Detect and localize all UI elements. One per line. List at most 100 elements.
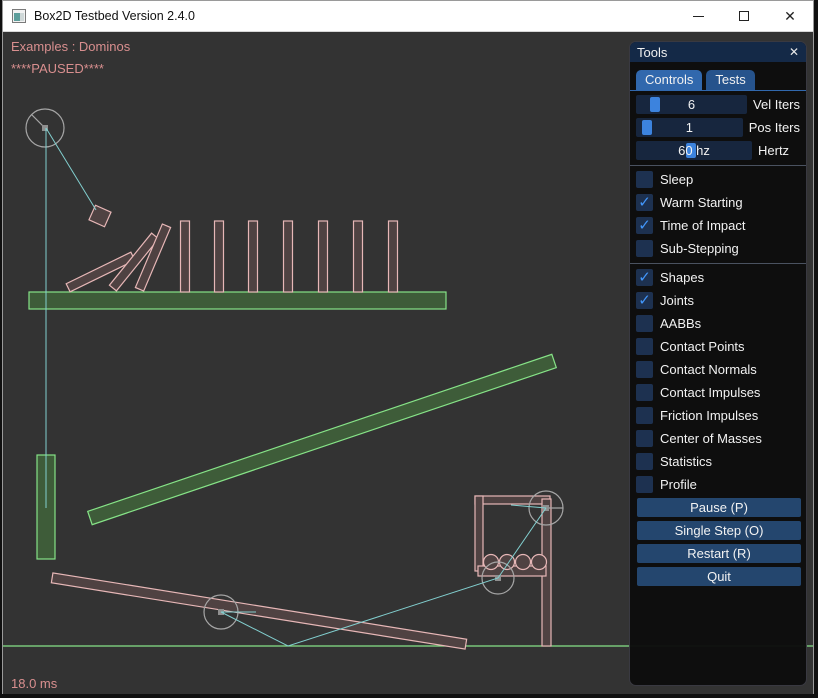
checkbox[interactable] bbox=[636, 338, 653, 355]
checkbox[interactable] bbox=[636, 315, 653, 332]
tools-panel-title: Tools bbox=[637, 45, 667, 60]
slider-grab[interactable] bbox=[642, 120, 652, 135]
slider-hertz[interactable]: 60 hz bbox=[636, 141, 752, 160]
slider-section: 6 Vel Iters 1 Pos Iters 60 hz Hertz bbox=[636, 95, 800, 160]
paused-label: ****PAUSED**** bbox=[11, 61, 104, 76]
tools-panel: Tools ✕ ControlsTests 6 Vel Iters 1 Pos Ite… bbox=[629, 41, 807, 686]
domino[interactable] bbox=[354, 221, 363, 292]
ball[interactable] bbox=[516, 555, 531, 570]
checkbox-row-profile[interactable]: Profile bbox=[636, 475, 800, 494]
minimize-button[interactable] bbox=[675, 1, 721, 31]
checkbox[interactable] bbox=[636, 361, 653, 378]
checkbox[interactable]: ✓ bbox=[636, 217, 653, 234]
maximize-button[interactable] bbox=[721, 1, 767, 31]
slider-row: 1 Pos Iters bbox=[636, 118, 800, 137]
checkbox[interactable]: ✓ bbox=[636, 292, 653, 309]
slider-value: 6 bbox=[688, 97, 695, 112]
tab-controls[interactable]: Controls bbox=[636, 70, 702, 90]
slider-value: 60 hz bbox=[678, 143, 710, 158]
slider-grab[interactable] bbox=[650, 97, 660, 112]
os-window: Box2D Testbed Version 2.4.0 ✕ bbox=[0, 0, 818, 698]
example-label: Examples : Dominos bbox=[11, 39, 130, 54]
checkbox-row-friction-impulses[interactable]: Friction Impulses bbox=[636, 406, 800, 425]
checkbox-label: Contact Points bbox=[660, 339, 745, 354]
domino-shelf bbox=[29, 292, 446, 309]
check-mark-icon: ✓ bbox=[638, 195, 651, 210]
checkbox-section: Sleep✓Warm Starting✓Time of ImpactSub-St… bbox=[636, 165, 800, 494]
slider-label: Pos Iters bbox=[749, 120, 800, 135]
checkbox-row-warm-starting[interactable]: ✓Warm Starting bbox=[636, 193, 800, 212]
check-mark-icon: ✓ bbox=[638, 270, 651, 285]
close-icon: ✕ bbox=[784, 9, 796, 23]
window-titlebar[interactable]: Box2D Testbed Version 2.4.0 ✕ bbox=[3, 1, 813, 32]
checkbox-row-aabbs[interactable]: AABBs bbox=[636, 314, 800, 333]
slider-label: Hertz bbox=[758, 143, 789, 158]
frame-time-label: 18.0 ms bbox=[11, 676, 57, 691]
domino[interactable] bbox=[215, 221, 224, 292]
slider-vel-iters[interactable]: 6 bbox=[636, 95, 747, 114]
window-title: Box2D Testbed Version 2.4.0 bbox=[34, 9, 195, 23]
close-button[interactable]: ✕ bbox=[767, 1, 813, 31]
check-mark-icon: ✓ bbox=[638, 218, 651, 233]
checkbox-label: Center of Masses bbox=[660, 431, 762, 446]
checkbox-label: Joints bbox=[660, 293, 694, 308]
domino[interactable] bbox=[249, 221, 258, 292]
checkbox[interactable] bbox=[636, 407, 653, 424]
domino[interactable] bbox=[284, 221, 293, 292]
frame-top-plank[interactable] bbox=[475, 496, 550, 504]
check-mark-icon: ✓ bbox=[638, 293, 651, 308]
client-area: Examples : Dominos ****PAUSED**** 18.0 m… bbox=[3, 33, 813, 694]
checkbox[interactable] bbox=[636, 476, 653, 493]
window-frame: Box2D Testbed Version 2.4.0 ✕ bbox=[2, 0, 814, 694]
slider-pos-iters[interactable]: 1 bbox=[636, 118, 743, 137]
hanging-box[interactable] bbox=[89, 205, 111, 227]
checkbox-label: Profile bbox=[660, 477, 697, 492]
checkbox[interactable]: ✓ bbox=[636, 194, 653, 211]
checkbox-label: Time of Impact bbox=[660, 218, 745, 233]
checkbox-row-sleep[interactable]: Sleep bbox=[636, 170, 800, 189]
tab-tests[interactable]: Tests bbox=[706, 70, 754, 90]
frame-left-plank[interactable] bbox=[475, 496, 483, 571]
slider-label: Vel Iters bbox=[753, 97, 800, 112]
joint-rope-to-box bbox=[46, 128, 96, 210]
checkbox-label: Sleep bbox=[660, 172, 693, 187]
restart-r-button[interactable]: Restart (R) bbox=[637, 544, 801, 563]
button-section: Pause (P) Single Step (O) Restart (R) Quit bbox=[636, 498, 800, 586]
checkbox-label: Sub-Stepping bbox=[660, 241, 739, 256]
window-controls: ✕ bbox=[675, 1, 813, 31]
domino[interactable] bbox=[319, 221, 328, 292]
checkbox[interactable] bbox=[636, 384, 653, 401]
app-icon bbox=[12, 9, 26, 23]
checkbox-row-contact-impulses[interactable]: Contact Impulses bbox=[636, 383, 800, 402]
panel-close-icon[interactable]: ✕ bbox=[789, 46, 799, 58]
checkbox-label: Shapes bbox=[660, 270, 704, 285]
checkbox[interactable] bbox=[636, 171, 653, 188]
checkbox-row-time-of-impact[interactable]: ✓ Time of Impact bbox=[636, 216, 800, 235]
checkbox[interactable] bbox=[636, 430, 653, 447]
domino[interactable] bbox=[389, 221, 398, 292]
checkbox-row-sub-stepping[interactable]: Sub-Stepping bbox=[636, 239, 800, 258]
ball[interactable] bbox=[532, 555, 547, 570]
checkbox-row-shapes[interactable]: ✓ Shapes bbox=[636, 268, 800, 287]
minimize-icon bbox=[693, 16, 704, 17]
tools-panel-titlebar[interactable]: Tools ✕ bbox=[630, 42, 806, 62]
pause-p-button[interactable]: Pause (P) bbox=[637, 498, 801, 517]
checkbox[interactable]: ✓ bbox=[636, 269, 653, 286]
checkbox-row-joints[interactable]: ✓ Joints bbox=[636, 291, 800, 310]
checkbox[interactable] bbox=[636, 453, 653, 470]
seesaw-plank[interactable] bbox=[51, 573, 466, 649]
quit-button[interactable]: Quit bbox=[637, 567, 801, 586]
checkbox-row-contact-points[interactable]: Contact Points bbox=[636, 337, 800, 356]
checkbox-row-statistics[interactable]: Statistics bbox=[636, 452, 800, 471]
separator bbox=[630, 165, 806, 166]
slider-row: 60 hz Hertz bbox=[636, 141, 800, 160]
checkbox[interactable] bbox=[636, 240, 653, 257]
domino[interactable] bbox=[181, 221, 190, 292]
single-step-o-button[interactable]: Single Step (O) bbox=[637, 521, 801, 540]
maximize-icon bbox=[739, 11, 749, 21]
checkbox-row-contact-normals[interactable]: Contact Normals bbox=[636, 360, 800, 379]
checkbox-label: Friction Impulses bbox=[660, 408, 758, 423]
slider-value: 1 bbox=[686, 120, 693, 135]
checkbox-row-center-of-masses[interactable]: Center of Masses bbox=[636, 429, 800, 448]
checkbox-label: Contact Normals bbox=[660, 362, 757, 377]
